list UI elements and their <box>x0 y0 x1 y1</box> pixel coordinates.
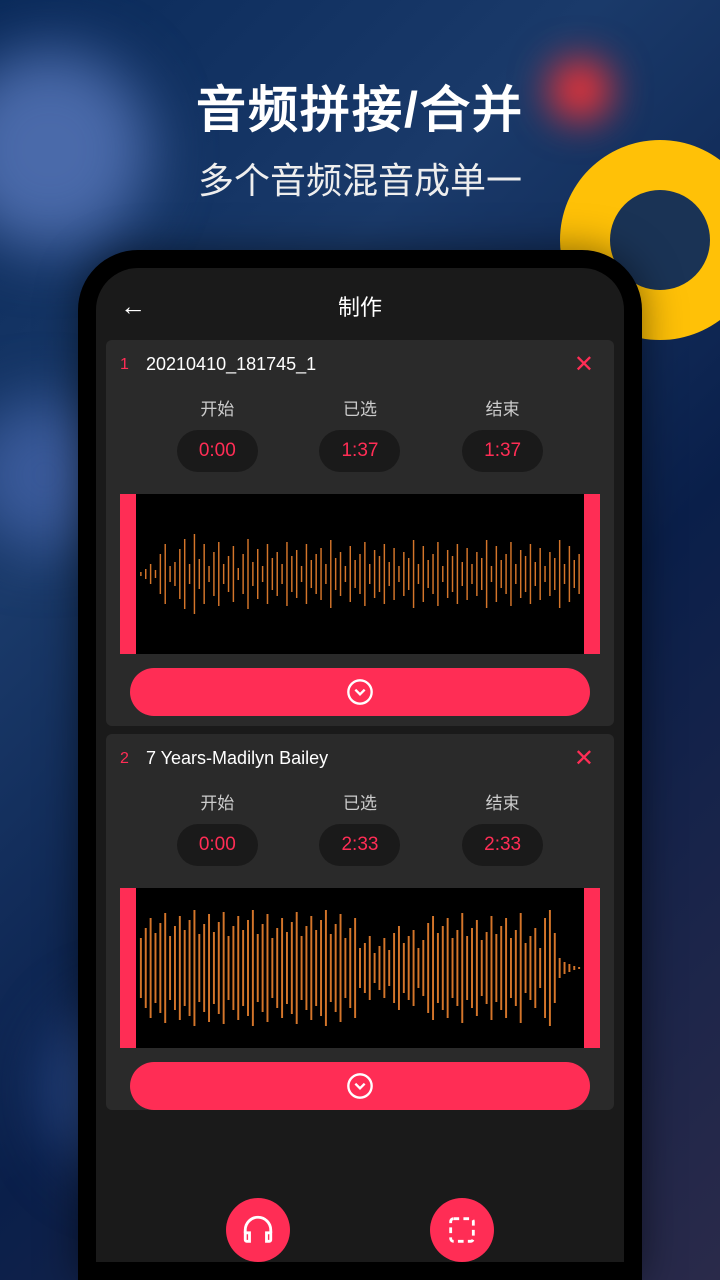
waveform-editor[interactable] <box>120 494 600 654</box>
expand-button[interactable] <box>130 668 590 716</box>
marketing-title: 音频拼接/合并 多个音频混音成单一 <box>0 0 720 204</box>
selected-label: 已选 <box>319 789 400 814</box>
screen-title: 制作 <box>146 290 574 322</box>
back-button[interactable]: ← <box>120 291 146 322</box>
close-icon[interactable]: ✕ <box>568 350 600 379</box>
trim-handle-right[interactable] <box>584 494 600 654</box>
start-label: 开始 <box>177 789 258 814</box>
waveform-display[interactable] <box>136 888 584 1048</box>
start-time-button[interactable]: 0:00 <box>177 824 258 866</box>
end-time-button[interactable]: 1:37 <box>462 430 543 472</box>
trim-handle-left[interactable] <box>120 494 136 654</box>
waveform-display[interactable] <box>136 494 584 654</box>
start-time-button[interactable]: 0:00 <box>177 430 258 472</box>
selected-label: 已选 <box>319 395 400 420</box>
expand-button[interactable] <box>130 1062 590 1110</box>
track-index: 1 <box>120 356 146 374</box>
selected-time-button[interactable]: 1:37 <box>319 430 400 472</box>
preview-button[interactable] <box>226 1198 290 1262</box>
close-icon[interactable]: ✕ <box>568 744 600 773</box>
end-time-button[interactable]: 2:33 <box>462 824 543 866</box>
selected-time-button[interactable]: 2:33 <box>319 824 400 866</box>
end-label: 结束 <box>462 395 543 420</box>
track-name: 20210410_181745_1 <box>146 354 568 375</box>
track-name: 7 Years-Madilyn Bailey <box>146 748 568 769</box>
selection-icon <box>445 1213 479 1247</box>
track-card: 2 7 Years-Madilyn Bailey ✕ 开始 0:00 已选 2:… <box>106 734 614 1110</box>
trim-handle-right[interactable] <box>584 888 600 1048</box>
bottom-toolbar <box>96 1188 624 1262</box>
chevron-down-circle-icon <box>346 678 374 706</box>
app-screen: ← 制作 1 20210410_181745_1 ✕ 开始 0:00 已选 1:… <box>96 268 624 1262</box>
waveform-editor[interactable] <box>120 888 600 1048</box>
phone-frame: ← 制作 1 20210410_181745_1 ✕ 开始 0:00 已选 1:… <box>78 250 642 1280</box>
headphones-icon <box>241 1213 275 1247</box>
track-card: 1 20210410_181745_1 ✕ 开始 0:00 已选 1:37 结束… <box>106 340 614 726</box>
select-button[interactable] <box>430 1198 494 1262</box>
chevron-down-circle-icon <box>346 1072 374 1100</box>
title-main: 音频拼接/合并 <box>0 70 720 142</box>
trim-handle-left[interactable] <box>120 888 136 1048</box>
app-header: ← 制作 <box>96 268 624 340</box>
end-label: 结束 <box>462 789 543 814</box>
title-sub: 多个音频混音成单一 <box>0 152 720 204</box>
track-index: 2 <box>120 750 146 768</box>
start-label: 开始 <box>177 395 258 420</box>
